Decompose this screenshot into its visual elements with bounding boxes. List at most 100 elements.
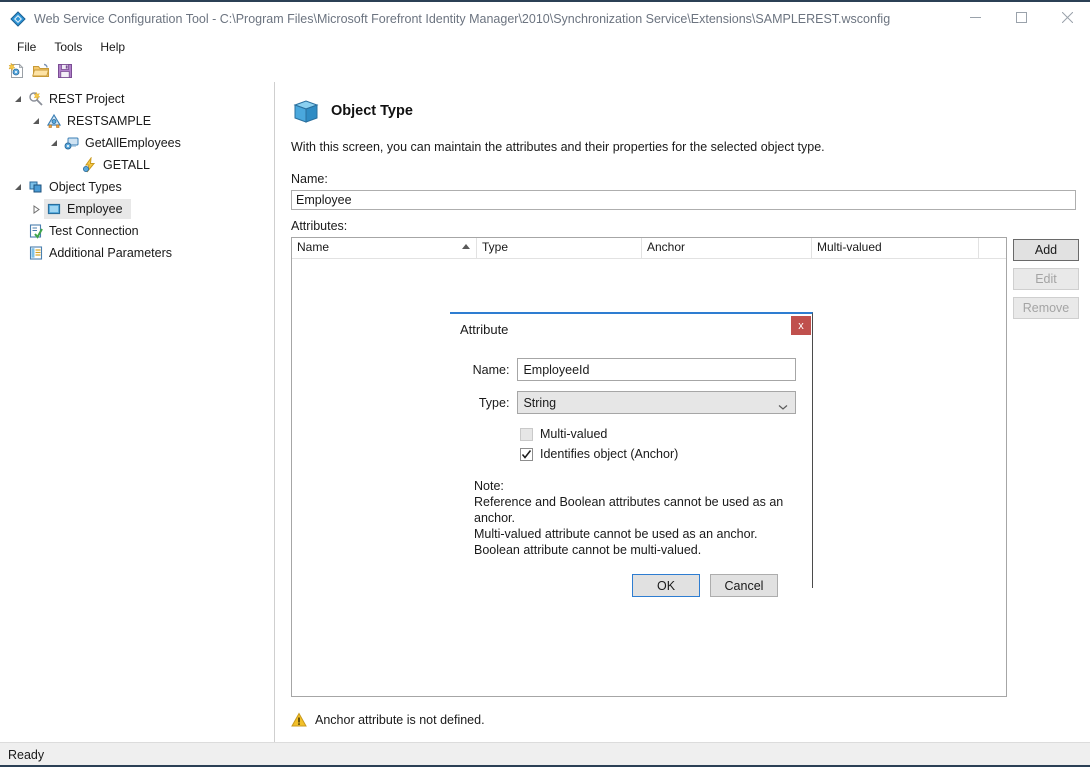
object-types-icon bbox=[28, 179, 44, 195]
expander-none-icon bbox=[10, 245, 26, 261]
expander-none-icon bbox=[10, 223, 26, 239]
tree-node-label: GETALL bbox=[103, 158, 151, 172]
multi-valued-checkbox-row[interactable]: Multi-valued bbox=[520, 424, 796, 444]
edit-button[interactable]: Edit bbox=[1013, 268, 1079, 290]
validation-warning-text: Anchor attribute is not defined. bbox=[315, 713, 485, 727]
menu-bar: File Tools Help bbox=[0, 35, 1090, 58]
tree-node-restsample[interactable]: RESTSAMPLE bbox=[0, 110, 274, 132]
add-button[interactable]: Add bbox=[1013, 239, 1079, 261]
attribute-name-label: Name: bbox=[472, 362, 510, 377]
sort-ascending-icon bbox=[462, 244, 470, 249]
close-button[interactable] bbox=[1044, 2, 1090, 33]
tree-node-rest-project[interactable]: REST Project bbox=[0, 88, 274, 110]
object-type-name-input[interactable] bbox=[291, 190, 1076, 210]
cancel-button[interactable]: Cancel bbox=[710, 574, 778, 597]
tree-node-label: GetAllEmployees bbox=[85, 136, 181, 150]
name-field-label: Name: bbox=[291, 172, 328, 186]
validation-warning: Anchor attribute is not defined. bbox=[291, 712, 485, 728]
tree-node-label: Test Connection bbox=[49, 224, 139, 238]
attribute-type-label: Type: bbox=[478, 395, 510, 410]
column-header-label: Name bbox=[297, 240, 330, 254]
page-description: With this screen, you can maintain the a… bbox=[291, 140, 825, 154]
expander-expanded-icon[interactable] bbox=[10, 179, 26, 195]
anchor-checkbox[interactable] bbox=[520, 447, 533, 461]
column-header-type[interactable]: Type bbox=[477, 238, 642, 258]
column-header-spacer bbox=[979, 238, 1006, 258]
expander-collapsed-icon[interactable] bbox=[28, 201, 44, 217]
method-icon bbox=[82, 156, 98, 173]
window-titlebar: Web Service Configuration Tool - C:\Prog… bbox=[0, 0, 1090, 35]
attribute-dialog-body: Name: Type: String Multi-valued Identifi… bbox=[450, 344, 812, 597]
menu-tools[interactable]: Tools bbox=[45, 37, 91, 57]
window-title: Web Service Configuration Tool - C:\Prog… bbox=[34, 11, 891, 26]
tree-node-getallemployees[interactable]: GetAllEmployees bbox=[0, 132, 274, 154]
tree-node-label: REST Project bbox=[49, 92, 125, 106]
tree-node-label: Additional Parameters bbox=[49, 246, 172, 260]
attributes-button-column: Add Edit Remove bbox=[1013, 237, 1079, 326]
additional-parameters-icon bbox=[28, 245, 44, 261]
note-line-3: Boolean attribute cannot be multi-valued… bbox=[474, 543, 702, 557]
anchor-label: Identifies object (Anchor) bbox=[540, 447, 679, 461]
attribute-name-input[interactable] bbox=[517, 358, 796, 381]
open-folder-icon[interactable] bbox=[30, 60, 52, 81]
expander-expanded-icon[interactable] bbox=[28, 113, 44, 129]
save-disk-icon[interactable] bbox=[54, 60, 76, 81]
tree-node-label: RESTSAMPLE bbox=[67, 114, 152, 128]
menu-help[interactable]: Help bbox=[91, 37, 134, 57]
warning-triangle-icon bbox=[291, 712, 307, 728]
object-type-icon bbox=[46, 201, 62, 217]
test-connection-icon bbox=[28, 223, 44, 239]
expander-none-icon bbox=[64, 157, 80, 173]
attribute-note: Note: Reference and Boolean attributes c… bbox=[474, 478, 796, 558]
rest-project-icon bbox=[28, 91, 44, 107]
multi-valued-checkbox[interactable] bbox=[520, 427, 533, 441]
app-diamond-icon bbox=[10, 10, 26, 27]
window-controls bbox=[952, 2, 1090, 33]
column-header-multi-valued[interactable]: Multi-valued bbox=[812, 238, 979, 258]
tree-node-label: Employee bbox=[67, 202, 123, 216]
page-header: Object Type bbox=[291, 96, 1079, 126]
chevron-down-icon bbox=[778, 400, 788, 414]
anchor-checkbox-row[interactable]: Identifies object (Anchor) bbox=[520, 444, 796, 464]
navigation-tree: REST Project RESTSAMPLE GetAllEmployees … bbox=[0, 82, 275, 743]
attribute-dialog-buttons: OK Cancel bbox=[462, 574, 796, 597]
attributes-list-header: Name Type Anchor Multi-valued bbox=[292, 238, 1006, 259]
attribute-dialog-title: Attribute bbox=[460, 321, 509, 337]
object-type-cube-icon bbox=[291, 96, 321, 126]
column-header-label: Anchor bbox=[647, 240, 686, 254]
checkmark-icon bbox=[521, 449, 532, 459]
attribute-type-select[interactable]: String bbox=[517, 391, 796, 414]
expander-expanded-icon[interactable] bbox=[10, 91, 26, 107]
remove-button[interactable]: Remove bbox=[1013, 297, 1079, 319]
tree-node-additional-parameters[interactable]: Additional Parameters bbox=[0, 242, 274, 264]
tree-node-object-types[interactable]: Object Types bbox=[0, 176, 274, 198]
attribute-type-row: Type: String bbox=[462, 391, 796, 414]
column-header-label: Type bbox=[482, 240, 509, 254]
tree-node-label: Object Types bbox=[49, 180, 122, 194]
note-heading: Note: bbox=[474, 479, 504, 493]
multi-valued-label: Multi-valued bbox=[540, 427, 608, 441]
status-text: Ready bbox=[8, 748, 45, 762]
ok-button[interactable]: OK bbox=[632, 574, 700, 597]
service-icon bbox=[46, 113, 62, 129]
attribute-dialog: Attribute x Name: Type: String Multi-val… bbox=[450, 312, 813, 597]
attribute-dialog-close-icon[interactable]: x bbox=[791, 316, 811, 335]
status-bar: Ready bbox=[0, 742, 1090, 767]
toolbar bbox=[0, 58, 1090, 84]
tree-node-getall[interactable]: GETALL bbox=[0, 154, 274, 176]
page-title: Object Type bbox=[331, 103, 413, 119]
attribute-name-row: Name: bbox=[462, 358, 796, 381]
attribute-dialog-titlebar: Attribute x bbox=[450, 314, 812, 344]
new-project-icon[interactable] bbox=[6, 60, 28, 81]
tree-node-test-connection[interactable]: Test Connection bbox=[0, 220, 274, 242]
expander-expanded-icon[interactable] bbox=[46, 135, 62, 151]
note-line-2: Multi-valued attribute cannot be used as… bbox=[474, 527, 758, 541]
menu-file[interactable]: File bbox=[8, 37, 45, 57]
maximize-button[interactable] bbox=[998, 2, 1044, 33]
minimize-button[interactable] bbox=[952, 2, 998, 33]
attribute-type-value: String bbox=[523, 395, 557, 410]
note-line-1: Reference and Boolean attributes cannot … bbox=[474, 495, 784, 525]
tree-node-employee[interactable]: Employee bbox=[0, 198, 274, 220]
column-header-anchor[interactable]: Anchor bbox=[642, 238, 812, 258]
column-header-name[interactable]: Name bbox=[292, 238, 477, 258]
